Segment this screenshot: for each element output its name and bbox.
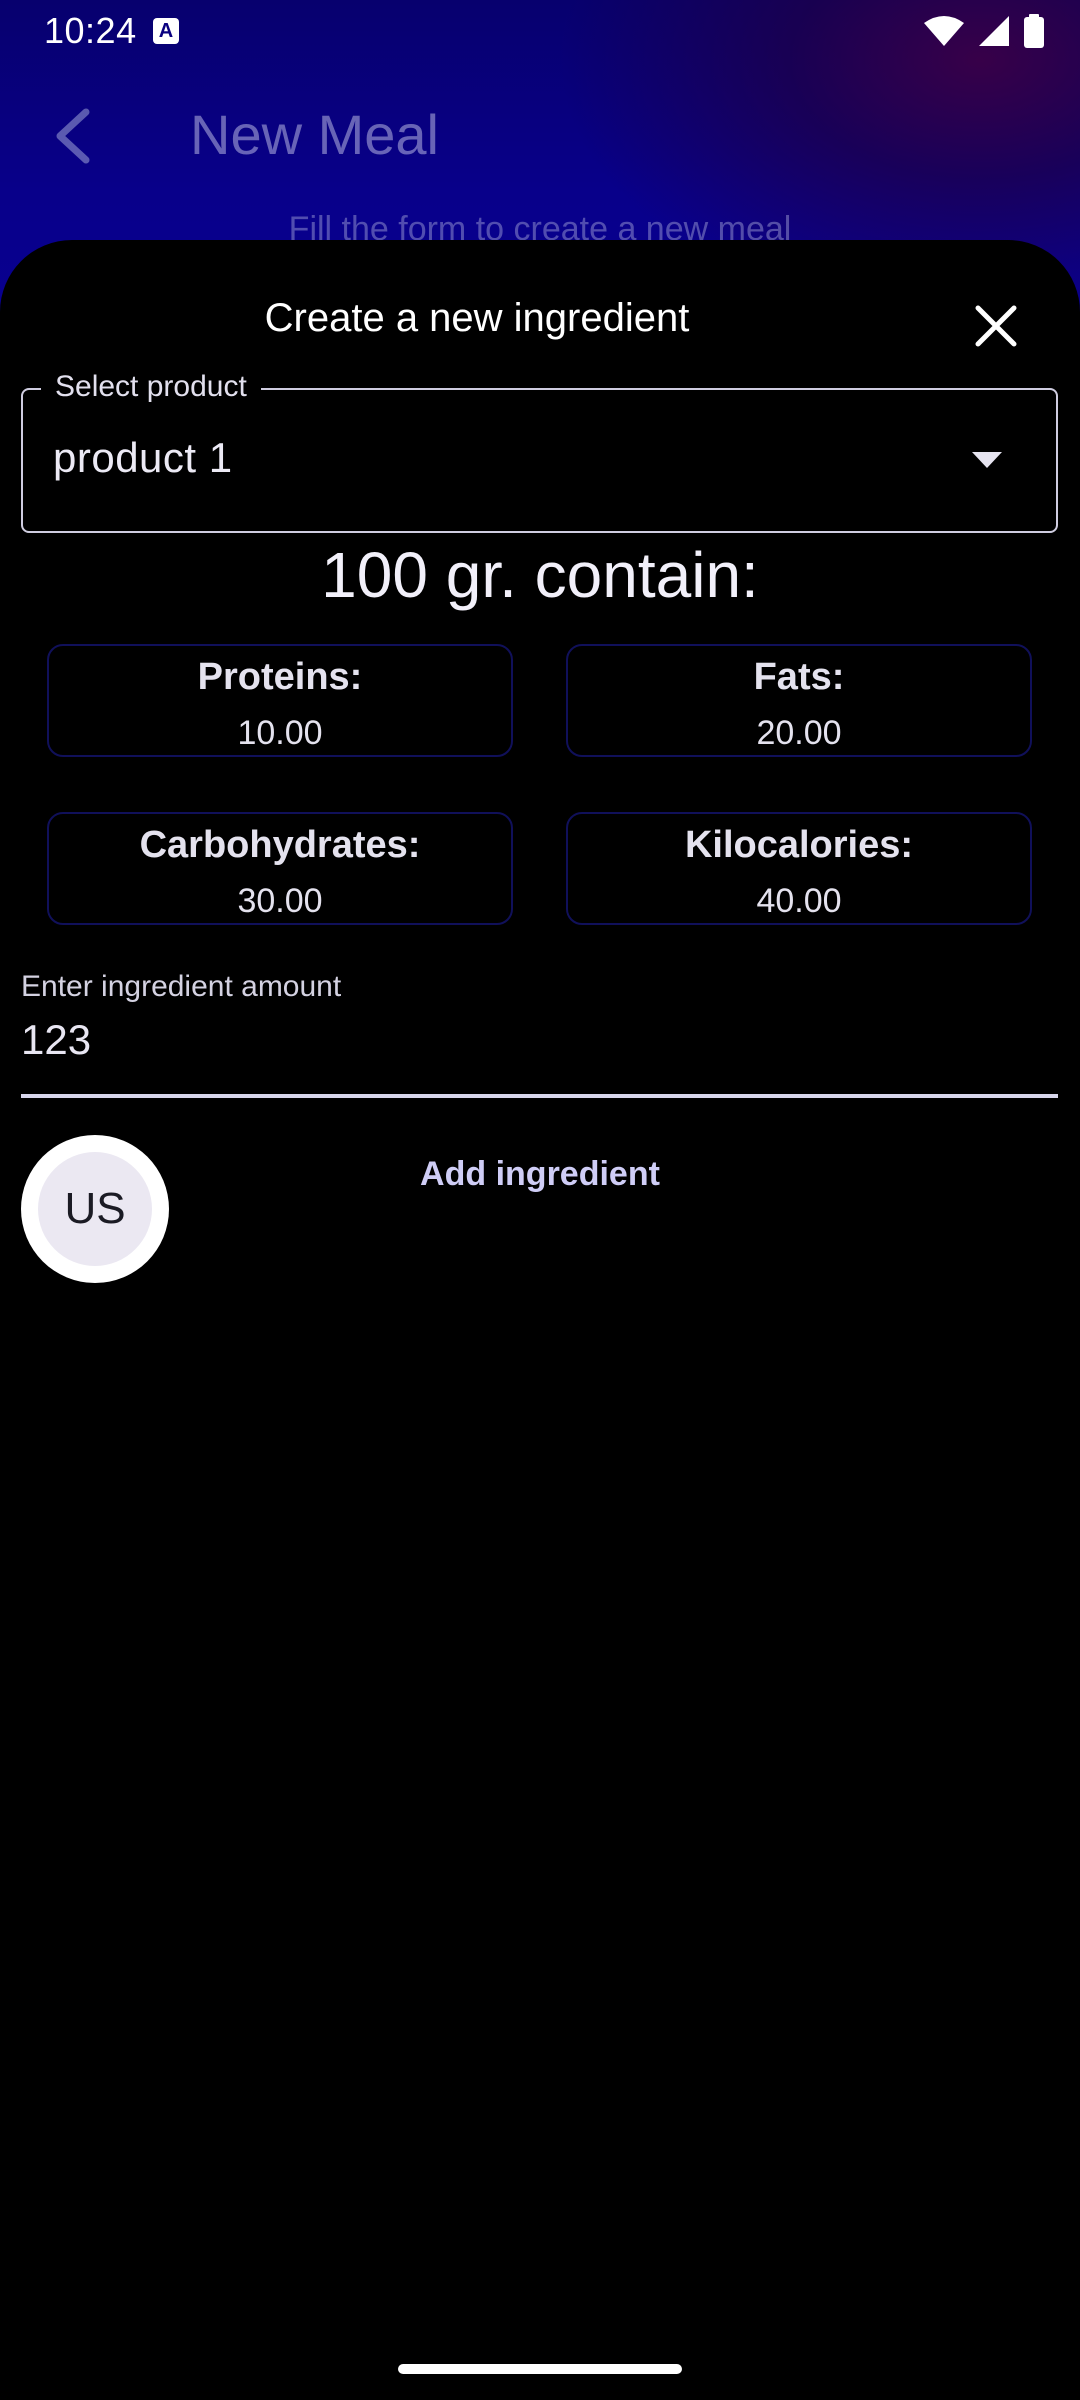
arrow-drop-down-icon[interactable] [972,452,1002,470]
signal-icon [979,16,1009,46]
per-100g-heading: 100 gr. contain: [321,539,759,611]
notification-a-icon: A [153,18,179,44]
nutrient-card-fats: Fats: 20.00 [566,644,1032,757]
nutrient-card-proteins: Proteins: 10.00 [47,644,513,757]
close-icon[interactable] [966,296,1026,356]
nutrient-value: 40.00 [756,882,842,920]
battery-icon [1024,14,1044,48]
amount-field-value[interactable]: 123 [21,1016,91,1064]
page-title: New Meal [190,103,439,166]
chevron-left-icon[interactable] [46,106,100,166]
nutrient-card-carbohydrates: Carbohydrates: 30.00 [47,812,513,925]
product-select-value: product 1 [53,434,233,481]
nutrient-label: Kilocalories: [684,824,914,866]
status-bar: 10:24 A [0,0,1080,64]
app-bar: New Meal [0,80,1080,190]
nutrient-value: 10.00 [237,714,323,752]
amount-field-label: Enter ingredient amount [21,970,342,1003]
wifi-icon [924,16,964,46]
avatar-initials: US [38,1152,152,1266]
avatar[interactable]: US [21,1135,169,1283]
create-ingredient-sheet: Create a new ingredient Select product p… [0,240,1080,2400]
amount-field-underline [21,1094,1058,1098]
ingredient-amount-field[interactable]: Enter ingredient amount 123 [21,970,1058,1082]
nutrient-value: 20.00 [756,714,842,752]
nutrient-label: Fats: [753,656,845,698]
sheet-title: Create a new ingredient [264,296,690,340]
product-select[interactable]: Select product product 1 [21,370,1058,533]
nutrient-value: 30.00 [237,882,323,920]
status-time: 10:24 [44,10,137,51]
nutrient-label: Carbohydrates: [139,824,421,866]
nutrient-label: Proteins: [197,656,363,698]
nutrient-card-kilocalories: Kilocalories: 40.00 [566,812,1032,925]
add-ingredient-button[interactable]: Add ingredient [380,1136,700,1212]
home-indicator[interactable] [398,2364,682,2374]
product-select-label: Select product [41,370,261,404]
